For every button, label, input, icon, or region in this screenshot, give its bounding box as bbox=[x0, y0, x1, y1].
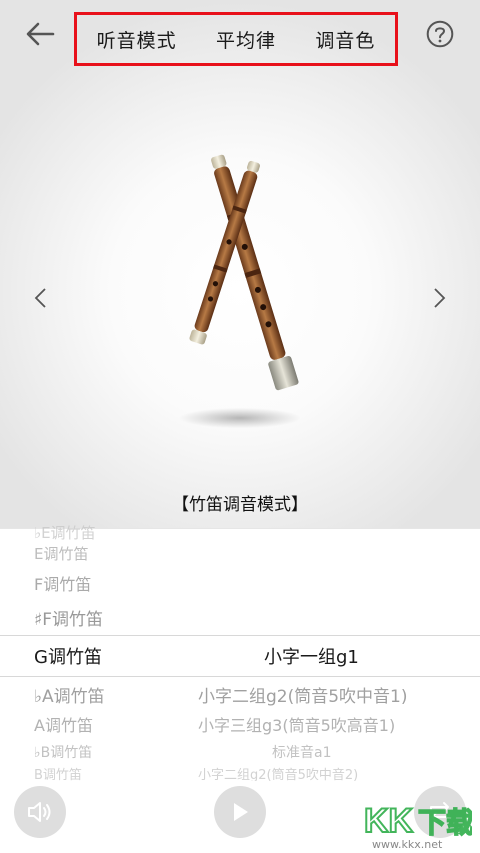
picker-row[interactable]: ♭B调竹笛 标准音a1 bbox=[0, 741, 480, 763]
key-label: ♭A调竹笛 bbox=[34, 686, 105, 707]
tab-listen-mode[interactable]: 听音模式 bbox=[97, 26, 177, 53]
key-label: A调竹笛 bbox=[34, 716, 93, 735]
back-arrow-icon bbox=[26, 22, 55, 46]
svg-text:KK: KK bbox=[364, 802, 414, 840]
pitch-label: 小字一组g1 bbox=[264, 647, 359, 668]
flute-shadow bbox=[180, 408, 300, 428]
pitch-label: 小字二组g2(筒音5吹中音2) bbox=[198, 767, 359, 782]
picker-row[interactable]: ♭E调竹笛 bbox=[0, 521, 480, 543]
help-circle-icon bbox=[426, 20, 454, 48]
back-button[interactable] bbox=[22, 16, 58, 52]
tab-equal-temperament[interactable]: 平均律 bbox=[216, 26, 276, 53]
pitch-label: 小字二组g2(筒音5吹中音1) bbox=[198, 686, 408, 707]
picker-row[interactable]: F调竹笛 bbox=[0, 570, 480, 596]
mode-caption: 【竹笛调音模式】 bbox=[172, 495, 308, 515]
key-label: F调竹笛 bbox=[34, 575, 92, 594]
volume-button[interactable] bbox=[14, 786, 66, 838]
key-label: ♭E调竹笛 bbox=[34, 523, 96, 542]
key-label: E调竹笛 bbox=[34, 544, 89, 563]
mode-tabs: 听音模式 平均律 调音色 bbox=[74, 12, 398, 66]
speaker-icon bbox=[28, 802, 51, 822]
picker-row-selected[interactable]: G调竹笛 小字一组g1 bbox=[0, 635, 480, 677]
picker-row[interactable]: ♭A调竹笛 小字二组g2(筒音5吹中音1) bbox=[0, 680, 480, 708]
picker-row[interactable]: A调竹笛 小字三组g3(筒音5吹高音1) bbox=[0, 711, 480, 737]
top-bar: 听音模式 平均律 调音色 bbox=[0, 0, 480, 72]
key-label: G调竹笛 bbox=[34, 647, 102, 668]
next-instrument-button[interactable] bbox=[428, 284, 452, 312]
pitch-label: 小字三组g3(筒音5吹高音1) bbox=[198, 716, 396, 735]
svg-text:下载: 下载 bbox=[418, 806, 472, 839]
tab-tune-timbre[interactable]: 调音色 bbox=[315, 26, 375, 53]
chevron-left-icon bbox=[34, 288, 46, 308]
key-label: B调竹笛 bbox=[34, 767, 82, 782]
watermark-url: www.kkx.net bbox=[372, 838, 443, 851]
help-button[interactable] bbox=[425, 19, 455, 49]
play-icon bbox=[234, 803, 248, 821]
play-button[interactable] bbox=[214, 786, 266, 838]
pitch-label: 标准音a1 bbox=[272, 745, 332, 761]
picker-row[interactable]: ♯F调竹笛 bbox=[0, 603, 480, 631]
prev-instrument-button[interactable] bbox=[28, 284, 52, 312]
picker-row[interactable]: E调竹笛 bbox=[0, 541, 480, 565]
key-label: ♭B调竹笛 bbox=[34, 745, 93, 761]
picker-row[interactable]: B调竹笛 小字二组g2(筒音5吹中音2) bbox=[0, 765, 480, 782]
chevron-right-icon bbox=[434, 288, 446, 308]
key-label: ♯F调竹笛 bbox=[34, 609, 104, 630]
bamboo-flute-image bbox=[189, 154, 299, 391]
